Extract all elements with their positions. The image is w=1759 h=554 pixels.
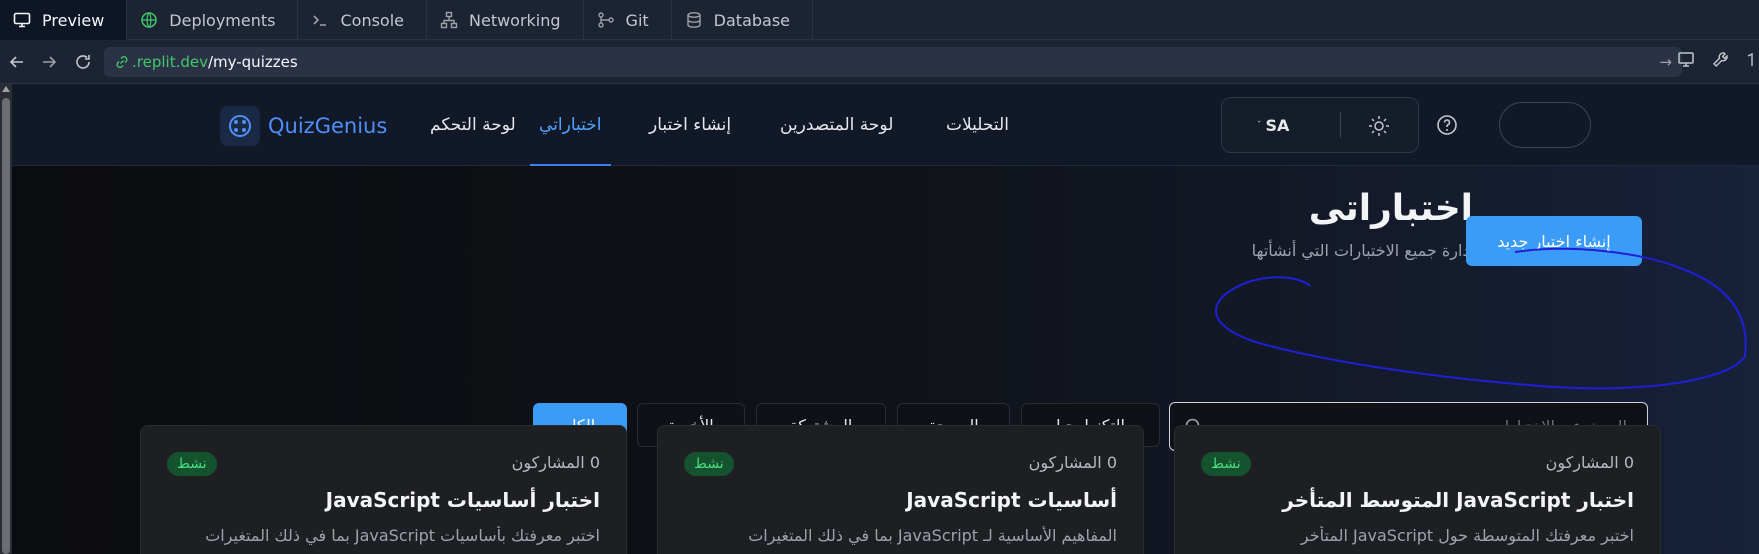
nav-create-quiz[interactable]: إنشاء اختبار (649, 84, 731, 166)
tab-label: Networking (469, 10, 561, 30)
tab-label: Git (625, 10, 649, 30)
help-icon[interactable] (1435, 113, 1459, 137)
link-icon (116, 55, 128, 69)
forward-button[interactable] (32, 45, 66, 79)
workspace-tab-bar: Preview Deployments Console Networking G… (0, 0, 1759, 40)
create-quiz-button[interactable]: إنشاء اختبار جديد (1466, 216, 1642, 266)
app-viewport: QuizGenius لوحة التحكم اختباراتي إنشاء ا… (0, 84, 1759, 554)
chevron-down-icon: ˇ (1257, 120, 1262, 131)
participants-count: 0 المشاركون (511, 453, 600, 472)
quiz-title: اختبار JavaScript المتوسط المتأخر (1282, 488, 1634, 512)
preview-url-bar: .replit.dev/my-quizzes → (0, 40, 1759, 84)
back-button[interactable] (0, 45, 34, 79)
url-path: /my-quizzes (207, 53, 298, 71)
tab-database[interactable]: Database (672, 0, 814, 40)
quiz-title: أساسيات JavaScript (906, 488, 1117, 512)
tab-networking[interactable]: Networking (427, 0, 584, 40)
refresh-icon (76, 55, 90, 69)
url-bar-actions (1677, 50, 1755, 70)
app-header: QuizGenius لوحة التحكم اختباراتي إنشاء ا… (12, 84, 1759, 166)
tab-preview[interactable]: Preview (0, 0, 128, 40)
scroll-up-icon[interactable] (2, 86, 10, 92)
quiz-description: اختبر معرفتك المتوسطة حول JavaScript الم… (1300, 526, 1634, 545)
status-badge: نشط (684, 452, 734, 476)
database-icon (684, 10, 704, 30)
tab-label: Preview (42, 10, 105, 30)
url-host: .replit.dev (132, 53, 208, 71)
url-field[interactable]: .replit.dev/my-quizzes → (104, 47, 1682, 77)
network-icon (439, 10, 459, 30)
nav-analytics[interactable]: التحليلات (946, 84, 1009, 166)
go-arrow-icon[interactable]: → (1659, 53, 1672, 71)
language-label: SA (1265, 116, 1290, 135)
page-title: اختباراتى (1308, 188, 1473, 229)
tab-label: Console (340, 10, 404, 30)
page-subtitle: إدارة جميع الاختبارات التي أنشأتها (1251, 241, 1474, 260)
language-selector[interactable]: ˇ SA (1257, 116, 1289, 135)
scrollbar-thumb[interactable] (2, 98, 10, 554)
quiz-description: اختبر معرفتك بأساسيات JavaScript بما في … (205, 526, 600, 545)
tab-git[interactable]: Git (584, 0, 672, 40)
globe-icon (139, 10, 159, 30)
quiz-description: المفاهيم الأساسية لـ JavaScript بما في ذ… (748, 526, 1117, 545)
participants-count: 0 المشاركون (1545, 453, 1634, 472)
tab-label: Deployments (169, 10, 276, 30)
reload-button[interactable] (66, 45, 100, 79)
git-icon (596, 10, 616, 30)
monitor-icon (12, 10, 32, 30)
quiz-card[interactable]: نشط 0 المشاركون أساسيات JavaScript المفا… (657, 425, 1144, 554)
tab-deployments[interactable]: Deployments (127, 0, 299, 40)
participants-count: 0 المشاركون (1028, 453, 1117, 472)
arrow-right-icon (43, 56, 57, 68)
quiz-title: اختبار أساسيات JavaScript (325, 488, 600, 512)
quiz-logo-icon (220, 106, 260, 146)
status-badge: نشط (167, 452, 217, 476)
arrow-left-icon (9, 56, 23, 68)
nav-leaderboard[interactable]: لوحة المتصدرين (780, 84, 893, 166)
settings-controls: ˇ SA (1221, 97, 1419, 153)
status-badge: نشط (1201, 452, 1251, 476)
divider (1340, 112, 1341, 138)
link-icon[interactable] (1745, 50, 1755, 70)
nav-dashboard[interactable]: لوحة التحكم (430, 84, 516, 166)
quiz-card[interactable]: نشط 0 المشاركون اختبار JavaScript المتوس… (1174, 425, 1661, 554)
user-menu-button[interactable] (1499, 102, 1591, 148)
wrench-icon[interactable] (1711, 50, 1731, 70)
logo-text: QuizGenius (268, 114, 388, 138)
logo[interactable]: QuizGenius (220, 106, 387, 146)
quiz-card[interactable]: نشط 0 المشاركون اختبار أساسيات JavaScrip… (140, 425, 627, 554)
tab-label: Database (713, 10, 791, 30)
terminal-icon (310, 10, 330, 30)
sun-icon[interactable] (1366, 113, 1392, 139)
tab-console[interactable]: Console (298, 0, 427, 40)
devices-icon[interactable] (1677, 50, 1697, 70)
scrollbar[interactable] (0, 84, 12, 554)
nav-my-quizzes[interactable]: اختباراتي (530, 84, 611, 166)
